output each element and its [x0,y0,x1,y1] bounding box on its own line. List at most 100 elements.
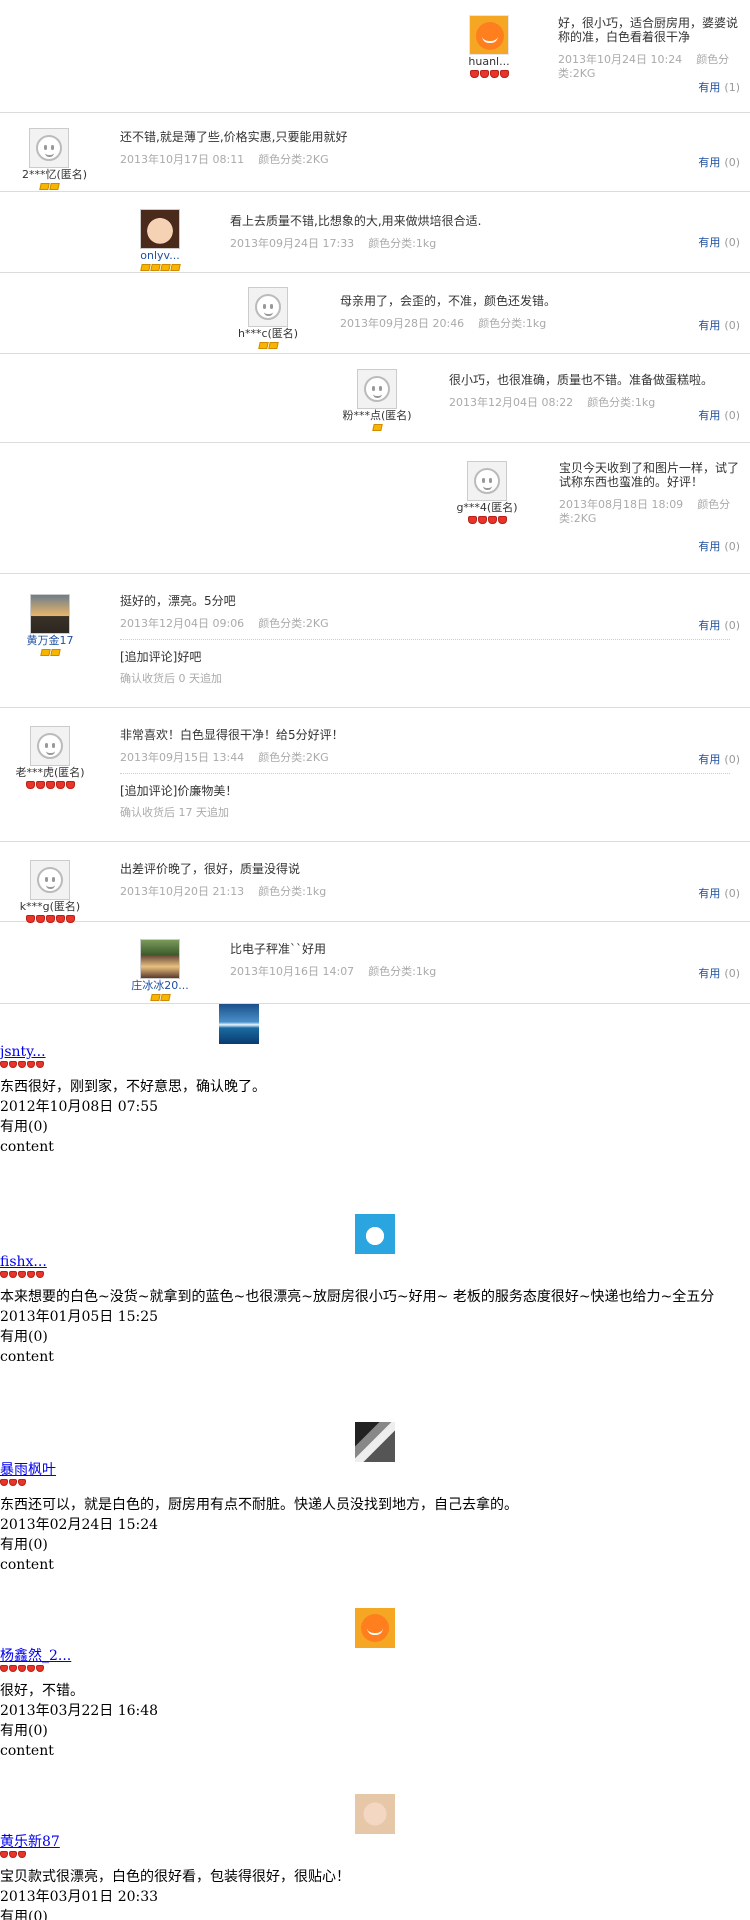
review-meta: 2013年09月24日 17:33 颜色分类:1kg [230,237,690,251]
review-text: 好，很小巧，适合厨房用，婆婆说称的准，白色看着很干净 [558,16,739,44]
buyer-credit-badges [454,516,520,525]
helpful-link[interactable]: 有用(0) [0,1907,750,1920]
avatar[interactable] [30,726,70,766]
reviewer-name[interactable]: 老***虎(匿名) [14,766,86,780]
review-date: 2013年09月15日 13:44 [120,751,245,764]
review-item: huanl... 好，很小巧，适合厨房用，婆婆说称的准，白色看着很干净 2013… [0,0,750,113]
review-body: 出差评价晚了，很好，质量没得说 2013年10月20日 21:13 颜色分类:1k… [120,862,730,899]
sku-category: 颜色分类:1kg [368,965,437,978]
review-text: 母亲用了，会歪的，不准，颜色还发错。 [340,294,557,308]
helpful-count: (0) [724,967,740,980]
review-meta: 2013年10月16日 14:07 颜色分类:1kg [230,965,690,979]
review-text: 挺好的，漂亮。5分吧 [120,594,236,608]
reviewer-name[interactable]: 黄万金17 [22,634,78,648]
helpful-link[interactable]: 有用(0) [0,1535,750,1555]
helpful-vote: 有用 (0) [698,409,740,423]
avatar[interactable] [30,594,70,634]
review-text: 很好，不错。 [0,1683,84,1699]
helpful-link[interactable]: 有用 [698,81,720,94]
review-item: 杨鑫然_2... 很好，不错。 2013年03月22日 16:48 有用(0) … [0,1608,750,1794]
review-body: 看上去质量不错,比想象的大,用来做烘培很合适. 2013年09月24日 17:3… [230,214,690,251]
review-meta: 2013年09月28日 20:46 颜色分类:1kg [340,317,720,331]
reviewer-name[interactable]: 暴雨枫叶 [0,1462,750,1479]
helpful-link[interactable]: 有用 [698,967,720,980]
review-date: 2013年10月20日 21:13 [120,885,245,898]
review-text: 东西还可以，就是白色的，厨房用有点不耐脏。快递人员没找到地方，自己去拿的。 [0,1497,518,1513]
reviewer-name[interactable]: jsnty... [0,1044,750,1061]
appended-meta: 确认收货后 17 天追加 [120,806,229,819]
reviewer-name[interactable]: fishx... [0,1254,750,1271]
review-body: 宝贝今天收到了和图片一样，试了试称东西也蛮准的。好评！ 2013年08月18日 … [559,461,743,526]
review-item: jsnty... 东西很好，刚到家，不好意思，确认晚了。 2012年10月08日… [0,1004,750,1214]
review-item: 黄万金17 挺好的，漂亮。5分吧 2013年12月04日 09:06 颜色分类:2… [0,574,750,708]
review-text: 非常喜欢！白色显得很干净！给5分好评！ [120,728,344,742]
reviewer-name[interactable]: g***4(匿名) [454,501,520,515]
reviewer-name[interactable]: 粉***点(匿名) [341,409,413,423]
review-item: 2***忆(匿名) 还不错,就是薄了些,价格实惠,只要能用就好 2013年10月… [0,113,750,192]
avatar[interactable] [140,939,180,979]
reviewer: h***c(匿名) [238,287,298,351]
helpful-vote: 有用 (0) [698,319,740,333]
helpful-vote: 有用 (0) [698,236,740,250]
reviewer-name[interactable]: 庄冰冰20... [124,979,196,993]
helpful-link[interactable]: 有用(0) [0,1327,750,1347]
review-meta: 2013年10月24日 10:24 颜色分类:2KG [558,53,744,81]
buyer-credit-badges [131,264,189,273]
review-meta: 2013年10月20日 21:13 颜色分类:1kg [120,885,730,899]
avatar[interactable] [248,287,288,327]
reviewer-name[interactable]: k***g(匿名) [14,900,86,914]
review-item: onlyv... 看上去质量不错,比想象的大,用来做烘培很合适. 2013年09… [0,192,750,273]
review-body: 好，很小巧，适合厨房用，婆婆说称的准，白色看着很干净 2013年10月24日 1… [558,16,744,81]
helpful-vote: 有用 (0) [698,967,740,981]
avatar[interactable] [469,15,509,55]
avatar[interactable] [357,369,397,409]
buyer-credit-badges [124,994,196,1003]
unstyled-review-list: jsnty... 东西很好，刚到家，不好意思，确认晚了。 2012年10月08日… [0,1004,750,1920]
helpful-link[interactable]: 有用 [698,156,720,169]
helpful-link[interactable]: 有用 [698,619,720,632]
review-date: 2013年12月04日 09:06 [120,617,245,630]
review-date: 2013年10月17日 08:11 [120,153,245,166]
appended-review: [追加评论]价廉物美！ 确认收货后 17 天追加 [120,773,730,820]
review-item: 老***虎(匿名) 非常喜欢！白色显得很干净！给5分好评！ 2013年09月15… [0,708,750,842]
avatar[interactable] [29,128,69,168]
helpful-link[interactable]: 有用 [698,319,720,332]
helpful-link[interactable]: 有用 [698,409,720,422]
review-date: 2013年03月22日 16:48 [0,1703,159,1719]
avatar[interactable] [355,1608,395,1648]
helpful-count: (0) [724,619,740,632]
sku-category: 颜色分类:1kg [258,885,327,898]
avatar[interactable] [355,1794,395,1834]
appended-review: [追加评论]好吧 确认收货后 0 天追加 [120,639,730,686]
avatar[interactable] [219,1004,259,1044]
review-body: 比电子秤准``好用 2013年10月16日 14:07 颜色分类:1kg [230,942,690,979]
review-item: 庄冰冰20... 比电子秤准``好用 2013年10月16日 14:07 颜色分类… [0,922,750,1004]
helpful-link[interactable]: 有用(0) [0,1117,750,1137]
avatar[interactable] [355,1214,395,1254]
reviewer-name[interactable]: 2***忆(匿名) [22,168,87,182]
review-body: 挺好的，漂亮。5分吧 2013年12月04日 09:06 颜色分类:2KG [追加… [120,594,730,686]
avatar[interactable] [467,461,507,501]
buyer-credit-badges [341,424,413,433]
review-date: 2013年03月01日 20:33 [0,1889,159,1905]
helpful-link[interactable]: 有用 [698,753,720,766]
reviewer-name[interactable]: 黄乐新87 [0,1834,750,1851]
buyer-credit-badges [0,1851,750,1860]
helpful-vote: 有用 (1) [698,81,740,95]
buyer-credit-badges [0,1061,750,1070]
avatar[interactable] [30,860,70,900]
helpful-link[interactable]: 有用 [698,540,720,553]
helpful-link[interactable]: 有用 [698,887,720,900]
reviewer-name[interactable]: h***c(匿名) [238,327,298,341]
avatar[interactable] [140,209,180,249]
reviewer-name[interactable]: huanl... [460,55,518,69]
helpful-count: (0) [724,409,740,422]
reviewer-name[interactable]: onlyv... [131,249,189,263]
helpful-link[interactable]: 有用 [698,236,720,249]
reviewer-name[interactable]: 杨鑫然_2... [0,1648,750,1665]
helpful-count: (0) [724,156,740,169]
avatar[interactable] [355,1422,395,1462]
helpful-link[interactable]: 有用(0) [0,1721,750,1741]
review-date: 2013年01月05日 15:25 [0,1309,159,1325]
review-text: 宝贝款式很漂亮，白色的很好看，包装得很好，很贴心！ [0,1869,350,1885]
